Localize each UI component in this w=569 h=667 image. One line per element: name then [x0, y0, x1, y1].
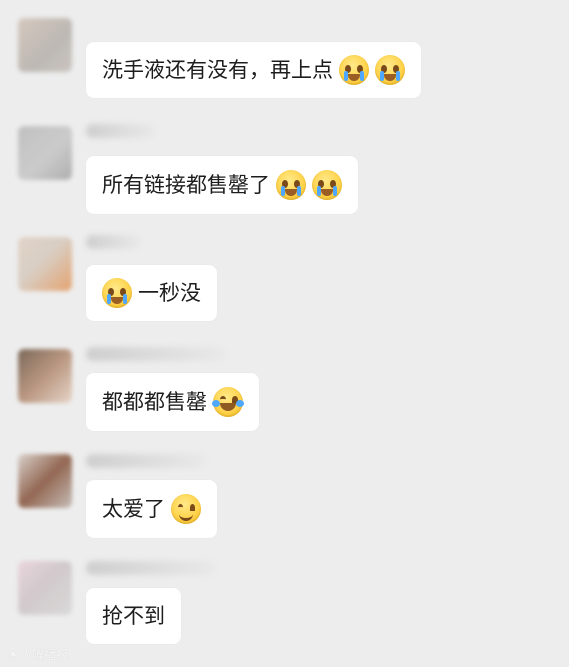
message-text: 都都都售罄: [102, 389, 207, 414]
tears-of-joy-icon: [212, 387, 244, 417]
avatar[interactable]: [18, 454, 72, 508]
message-text: 洗手液还有没有，再上点: [102, 57, 333, 82]
watermark-text: 大嘴播报: [20, 648, 69, 662]
avatar[interactable]: [18, 349, 72, 403]
crying-face-icon: [312, 170, 342, 200]
message-row: 抢不到: [0, 553, 569, 653]
smiling-face-icon: [171, 494, 201, 524]
crying-face-icon: [375, 55, 405, 85]
username-blurred: [86, 561, 216, 575]
username-blurred: [86, 347, 226, 361]
crying-face-icon: [339, 55, 369, 85]
username-blurred: [86, 124, 156, 138]
message-bubble[interactable]: 所有链接都售罄了: [86, 156, 358, 214]
message-row: 都都都售罄: [0, 341, 569, 441]
watermark: ◔ 大嘴播报: [6, 646, 69, 663]
message-bubble[interactable]: 都都都售罄: [86, 373, 259, 431]
message-text: 抢不到: [102, 603, 165, 628]
message-row: 太爱了: [0, 446, 569, 546]
message-text: 所有链接都售罄了: [102, 172, 270, 197]
message-text: 一秒没: [138, 280, 201, 305]
weibo-logo-icon: ◔: [6, 647, 17, 662]
message-bubble[interactable]: 抢不到: [86, 588, 181, 644]
avatar[interactable]: [18, 18, 72, 72]
message-bubble[interactable]: 太爱了: [86, 480, 217, 538]
avatar[interactable]: [18, 126, 72, 180]
avatar[interactable]: [18, 237, 72, 291]
message-row: 所有链接都售罄了: [0, 118, 569, 218]
message-text: 太爱了: [102, 496, 165, 521]
crying-face-icon: [276, 170, 306, 200]
message-bubble[interactable]: 一秒没: [86, 265, 217, 321]
avatar[interactable]: [18, 561, 72, 615]
crying-face-icon: [102, 278, 132, 308]
chat-history[interactable]: 洗手液还有没有，再上点 所有链接都售罄了 一秒没 都都都售罄 太爱了 抢不到 ◔…: [0, 0, 569, 667]
username-blurred: [86, 235, 141, 249]
message-row: 洗手液还有没有，再上点: [0, 10, 569, 110]
message-bubble[interactable]: 洗手液还有没有，再上点: [86, 42, 421, 98]
message-row: 一秒没: [0, 229, 569, 329]
username-blurred: [86, 454, 206, 468]
